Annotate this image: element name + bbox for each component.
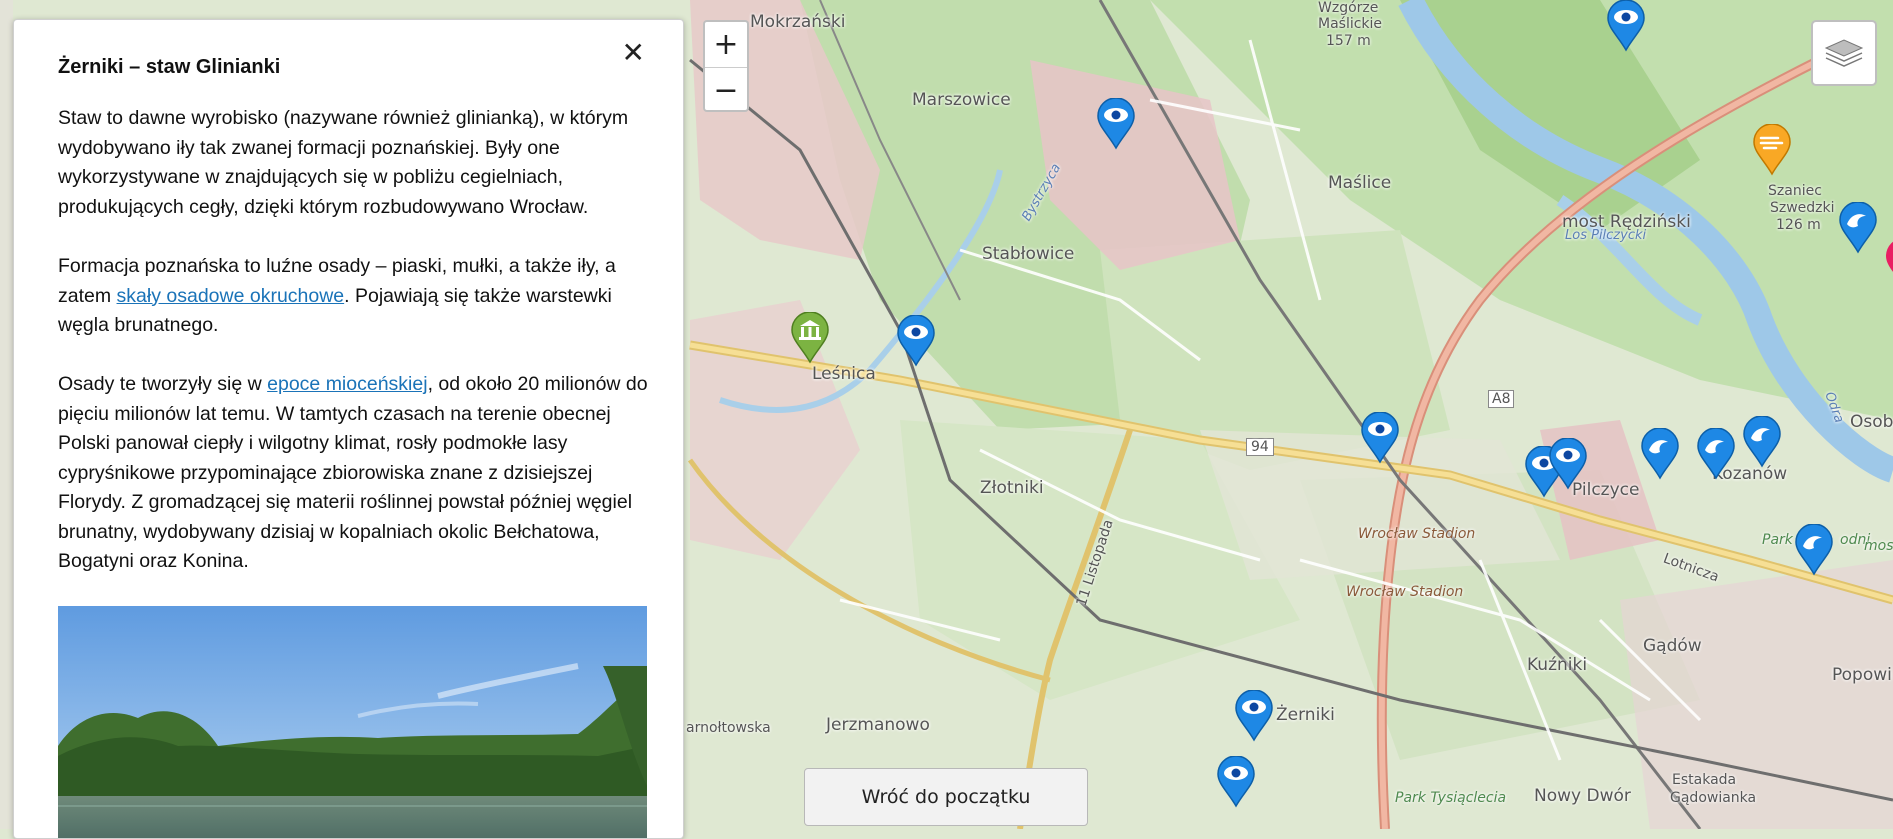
marker-wave-1[interactable] — [1838, 202, 1878, 254]
marker-wind[interactable] — [1752, 124, 1792, 176]
station-label-stadion-1: Wrocław Stadion — [1358, 526, 1476, 542]
marker-wave-2[interactable] — [1640, 428, 1680, 480]
marker-museum[interactable] — [790, 312, 830, 364]
place-label-nowy-dwor: Nowy Dwór — [1534, 786, 1631, 806]
place-label-lesnica: Leśnica — [812, 364, 876, 384]
place-label-szwedzki: Szwedzki — [1770, 200, 1835, 216]
eye-icon — [1097, 98, 1135, 150]
back-to-start-button[interactable]: Wróć do początku — [804, 768, 1088, 826]
paragraph-1-text: Staw to dawne wyrobisko (nazywane równie… — [58, 107, 629, 218]
elevation-label-126: 126 m — [1776, 217, 1821, 233]
layers-button[interactable] — [1811, 20, 1877, 86]
marker-eye-7[interactable] — [1234, 690, 1274, 742]
paragraph-3-text-before: Osady te tworzyły się w — [58, 373, 268, 395]
road-label-94: 94 — [1246, 438, 1274, 456]
pin-icon — [1886, 241, 1893, 272]
place-label-gadowianka: Gądowianka — [1670, 790, 1757, 806]
layers-icon — [1824, 39, 1864, 67]
place-label-jerzmanowo: Jerzmanowo — [826, 715, 930, 735]
wind-icon — [1753, 124, 1791, 176]
eye-icon — [1235, 690, 1273, 742]
marker-partial-pink[interactable] — [1884, 238, 1893, 290]
wave-icon — [1697, 428, 1735, 480]
place-label-kuzniki: Kuźniki — [1527, 655, 1588, 675]
place-label-estakada: Estakada — [1672, 772, 1737, 788]
place-label-gadow: Gądów — [1643, 636, 1702, 656]
street-label-arnoltowska: arnołtowska — [686, 720, 771, 736]
place-label-maslickie: Maślickie — [1318, 16, 1383, 32]
marker-eye-1[interactable] — [1096, 98, 1136, 150]
marker-wave-5[interactable] — [1794, 524, 1834, 576]
eye-icon — [1217, 756, 1255, 808]
pond-photo — [58, 606, 647, 838]
paragraph-3-text-after: , od około 20 milionów do pięciu milionó… — [58, 373, 648, 572]
marker-eye-4[interactable] — [1360, 412, 1400, 464]
marker-wave-3[interactable] — [1696, 428, 1736, 480]
eye-icon — [1549, 438, 1587, 490]
elevation-label-157: 157 m — [1326, 33, 1371, 49]
museum-icon — [791, 312, 829, 364]
place-label-mokrzanski: Mokrzański — [750, 12, 846, 32]
park-label-part1: Park — [1762, 532, 1793, 548]
water-label-los-pilczycki: Los Pilczycki — [1565, 228, 1647, 243]
eye-icon — [1361, 412, 1399, 464]
wave-icon — [1743, 416, 1781, 468]
marker-wave-4[interactable] — [1742, 416, 1782, 468]
place-label-zerniki: Żerniki — [1276, 705, 1335, 725]
wave-icon — [1839, 202, 1877, 254]
place-label-popowi: Popowi — [1832, 665, 1892, 685]
info-panel: ✕ Żerniki – staw Glinianki Staw to dawne… — [13, 19, 684, 839]
place-label-stablowice: Stabłowice — [982, 244, 1075, 264]
link-epoka-miocenska[interactable]: epoce mioceńskiej — [267, 373, 427, 395]
eye-icon — [1607, 0, 1645, 52]
paragraph-3: Osady te tworzyły się w epoce mioceńskie… — [58, 370, 662, 577]
map-edge-strip — [0, 0, 13, 829]
wave-icon — [1795, 524, 1833, 576]
close-icon[interactable]: ✕ — [622, 36, 645, 69]
paragraph-2: Formacja poznańska to luźne osady – pias… — [58, 252, 662, 341]
marker-eye-2[interactable] — [1606, 0, 1646, 52]
road-label-a8: A8 — [1488, 390, 1515, 408]
pond-photo-image — [58, 606, 647, 838]
park-label-tysiaclecia: Park Tysiąclecia — [1395, 790, 1507, 806]
place-label-szaniec: Szaniec — [1768, 183, 1822, 199]
wave-icon — [1641, 428, 1679, 480]
eye-icon — [897, 315, 935, 367]
place-label-osob: Osob — [1850, 412, 1893, 432]
link-skaly-osadowe[interactable]: skały osadowe okruchowe — [117, 285, 345, 307]
zoom-in-button[interactable]: + — [705, 22, 747, 67]
park-label-part3: mos — [1864, 538, 1893, 554]
place-label-wzgorze: Wzgórze — [1318, 0, 1379, 16]
marker-eye-6[interactable] — [1548, 438, 1588, 490]
place-label-marszowice: Marszowice — [912, 90, 1011, 110]
zoom-control: + − — [703, 20, 749, 112]
marker-eye-3[interactable] — [896, 315, 936, 367]
marker-eye-8[interactable] — [1216, 756, 1256, 808]
panel-title: Żerniki – staw Glinianki — [58, 56, 281, 78]
paragraph-1: Staw to dawne wyrobisko (nazywane równie… — [58, 104, 662, 222]
station-label-stadion-2: Wrocław Stadion — [1346, 584, 1464, 600]
place-label-maslice: Maślice — [1328, 173, 1392, 193]
place-label-zlotniki: Złotniki — [980, 478, 1044, 498]
zoom-out-button[interactable]: − — [705, 67, 747, 113]
